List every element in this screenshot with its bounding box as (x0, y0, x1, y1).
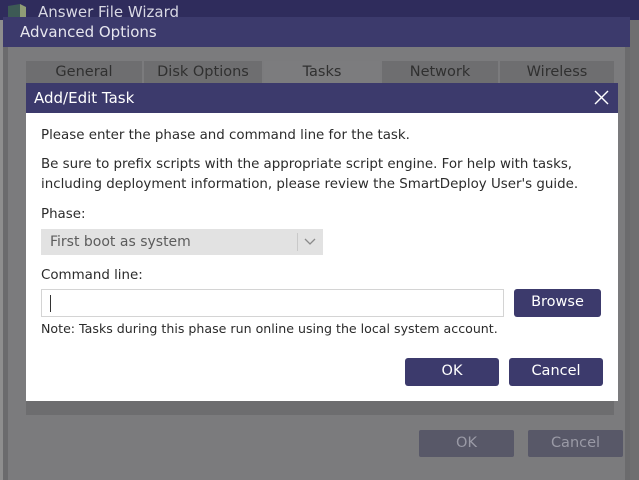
phase-selected-value: First boot as system (50, 234, 191, 250)
phase-note: Note: Tasks during this phase run online… (41, 321, 498, 336)
advanced-options-title-bar: Advanced Options (3, 17, 630, 47)
phase-label: Phase: (41, 207, 86, 222)
tab-network[interactable]: Network (382, 61, 498, 85)
advanced-options-title: Advanced Options (20, 23, 157, 41)
advanced-cancel-button[interactable]: Cancel (528, 430, 623, 457)
dialog-title-bar: Add/Edit Task (26, 83, 618, 113)
tab-disk-options[interactable]: Disk Options (144, 61, 262, 85)
text-caret (50, 295, 51, 312)
add-edit-task-dialog: Add/Edit Task Please enter the phase and… (26, 83, 618, 401)
chevron-down-icon[interactable] (303, 236, 317, 248)
ok-button[interactable]: OK (405, 358, 499, 386)
dialog-title: Add/Edit Task (34, 89, 135, 107)
help-text-line1: Be sure to prefix scripts with the appro… (41, 157, 573, 172)
close-icon[interactable] (593, 89, 610, 106)
browse-button[interactable]: Browse (514, 289, 601, 317)
wizard-edge (630, 20, 639, 480)
dropdown-divider (297, 233, 298, 251)
command-line-input[interactable] (41, 289, 504, 317)
help-text-line2: including deployment information, please… (41, 177, 579, 192)
cancel-button[interactable]: Cancel (509, 358, 603, 386)
advanced-ok-button[interactable]: OK (419, 430, 514, 457)
command-line-label: Command line: (41, 268, 143, 283)
tab-bar: General Disk Options Tasks Network Wirel… (26, 61, 614, 85)
phase-dropdown[interactable]: First boot as system (41, 229, 323, 255)
tab-general[interactable]: General (26, 61, 142, 85)
tab-wireless[interactable]: Wireless (500, 61, 614, 85)
tab-tasks[interactable]: Tasks (264, 61, 380, 85)
intro-text: Please enter the phase and command line … (41, 128, 410, 143)
